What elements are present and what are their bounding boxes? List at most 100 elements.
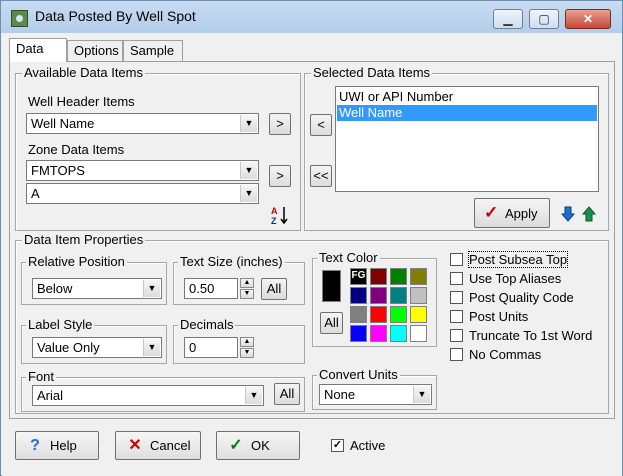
ok-check-icon: ✓ xyxy=(229,437,243,454)
text-size-all-button[interactable]: All xyxy=(261,278,287,300)
checkbox-box[interactable] xyxy=(450,329,463,342)
option-checkbox[interactable]: Post Subsea Top xyxy=(450,251,608,268)
color-palette: FG xyxy=(349,267,432,346)
option-checkbox[interactable]: Use Top Aliases xyxy=(450,271,608,287)
help-button[interactable]: ? Help xyxy=(15,431,99,460)
option-checkbox[interactable]: Post Quality Code xyxy=(450,290,608,306)
convert-units-select[interactable]: None ▼ xyxy=(319,384,432,405)
color-swatch[interactable] xyxy=(370,268,387,285)
list-item[interactable]: UWI or API Number xyxy=(337,89,597,105)
minimize-icon: ▁ xyxy=(503,12,513,26)
tab-options[interactable]: Options xyxy=(67,40,123,61)
tab-label: Options xyxy=(74,43,119,58)
text-size-spinner[interactable]: ▲ ▼ xyxy=(240,278,254,299)
sort-button[interactable]: A Z xyxy=(269,204,291,226)
tab-data[interactable]: Data xyxy=(9,38,67,62)
color-swatch[interactable] xyxy=(410,325,427,342)
available-data-items-group: Available Data Items Well Header Items W… xyxy=(15,65,301,231)
zone-item-select[interactable]: A ▼ xyxy=(26,183,259,204)
list-item-label: Well Name xyxy=(339,105,403,120)
checkbox-label: Truncate To 1st Word xyxy=(469,328,593,343)
color-swatch[interactable] xyxy=(370,325,387,342)
label-style-select[interactable]: Value Only ▼ xyxy=(32,337,162,358)
cancel-button[interactable]: ✕ Cancel xyxy=(115,431,201,460)
checkbox-label: Active xyxy=(350,438,386,453)
ok-button[interactable]: ✓ OK xyxy=(216,431,300,460)
remove-all-button[interactable]: << xyxy=(310,165,332,187)
option-checkbox[interactable]: Post Units xyxy=(450,309,608,325)
group-label: Font xyxy=(26,369,57,384)
font-select[interactable]: Arial ▼ xyxy=(32,385,264,406)
remove-item-button[interactable]: < xyxy=(310,114,332,136)
button-label: Apply xyxy=(505,206,538,221)
font-group: Font Arial ▼ All xyxy=(21,369,305,412)
relative-position-select[interactable]: Below ▼ xyxy=(32,278,162,299)
checkbox-box[interactable]: ✓ xyxy=(331,439,344,452)
checkbox-box[interactable] xyxy=(450,310,463,323)
spin-up-icon[interactable]: ▲ xyxy=(240,337,254,347)
minimize-button[interactable]: ▁ xyxy=(493,9,523,29)
option-checkbox[interactable]: Truncate To 1st Word xyxy=(450,328,608,344)
spin-down-icon[interactable]: ▼ xyxy=(240,289,254,299)
input-value: 0.50 xyxy=(189,281,215,296)
color-swatch[interactable] xyxy=(410,287,427,304)
color-swatch[interactable] xyxy=(350,287,367,304)
color-swatch[interactable] xyxy=(350,306,367,323)
checkbox-label: Post Quality Code xyxy=(469,290,574,305)
spin-up-icon[interactable]: ▲ xyxy=(240,278,254,288)
checkbox-box[interactable] xyxy=(450,272,463,285)
checkbox-label: Use Top Aliases xyxy=(469,271,562,286)
color-swatch[interactable] xyxy=(370,287,387,304)
selected-items-list[interactable]: UWI or API Number Well Name xyxy=(335,86,599,192)
checkmark-icon: ✓ xyxy=(332,439,343,451)
close-button[interactable]: ✕ xyxy=(565,9,611,29)
color-swatch[interactable] xyxy=(410,306,427,323)
list-item-selected[interactable]: Well Name xyxy=(337,105,597,121)
move-down-button[interactable] xyxy=(560,205,576,223)
checkbox-box[interactable] xyxy=(450,253,463,266)
color-swatch-selected[interactable]: FG xyxy=(349,267,368,286)
decimals-spinner[interactable]: ▲ ▼ xyxy=(240,337,254,358)
font-all-button[interactable]: All xyxy=(274,383,300,405)
text-color-all-button[interactable]: All xyxy=(320,312,343,334)
move-up-button[interactable] xyxy=(581,205,597,223)
spin-down-icon[interactable]: ▼ xyxy=(240,348,254,358)
select-value: Arial xyxy=(37,388,64,403)
color-swatch[interactable] xyxy=(350,325,367,342)
select-value: Well Name xyxy=(31,116,95,131)
select-value: Below xyxy=(37,281,73,296)
checkbox-label: Post Units xyxy=(469,309,529,324)
title-bar[interactable]: Data Posted By Well Spot ▁ ▢ ✕ xyxy=(1,1,622,33)
group-label: Available Data Items xyxy=(22,65,145,80)
zone-data-label: Zone Data Items xyxy=(28,142,125,157)
color-swatch[interactable] xyxy=(390,268,407,285)
color-swatch[interactable] xyxy=(390,306,407,323)
checkbox-box[interactable] xyxy=(450,348,463,361)
select-value: A xyxy=(31,186,40,201)
checkmark-icon: ✓ xyxy=(484,203,499,222)
text-size-input[interactable]: 0.50 xyxy=(184,278,238,299)
decimals-group: Decimals 0 ▲ ▼ xyxy=(173,317,305,364)
sort-az-icon: A Z xyxy=(271,206,288,226)
color-swatch[interactable] xyxy=(390,287,407,304)
well-header-select[interactable]: Well Name ▼ xyxy=(26,113,259,134)
add-well-header-button[interactable]: > xyxy=(269,113,291,135)
color-swatch[interactable] xyxy=(370,306,387,323)
color-swatch[interactable] xyxy=(410,268,427,285)
apply-button[interactable]: ✓ Apply xyxy=(474,198,550,228)
text-color-group: Text Color All FG xyxy=(312,250,437,347)
maximize-button[interactable]: ▢ xyxy=(529,9,559,29)
checkbox-box[interactable] xyxy=(450,291,463,304)
tab-label: Sample xyxy=(130,43,175,58)
app-icon xyxy=(11,10,28,27)
active-checkbox[interactable]: ✓ Active xyxy=(331,438,411,454)
group-label: Label Style xyxy=(26,317,95,332)
decimals-input[interactable]: 0 xyxy=(184,337,238,358)
chevron-down-icon: ▼ xyxy=(245,387,262,404)
add-zone-item-button[interactable]: > xyxy=(269,165,291,187)
select-value: Value Only xyxy=(37,340,100,355)
zone-table-select[interactable]: FMTOPS ▼ xyxy=(26,160,259,181)
option-checkbox[interactable]: No Commas xyxy=(450,347,608,363)
tab-sample[interactable]: Sample xyxy=(123,40,183,61)
color-swatch[interactable] xyxy=(390,325,407,342)
